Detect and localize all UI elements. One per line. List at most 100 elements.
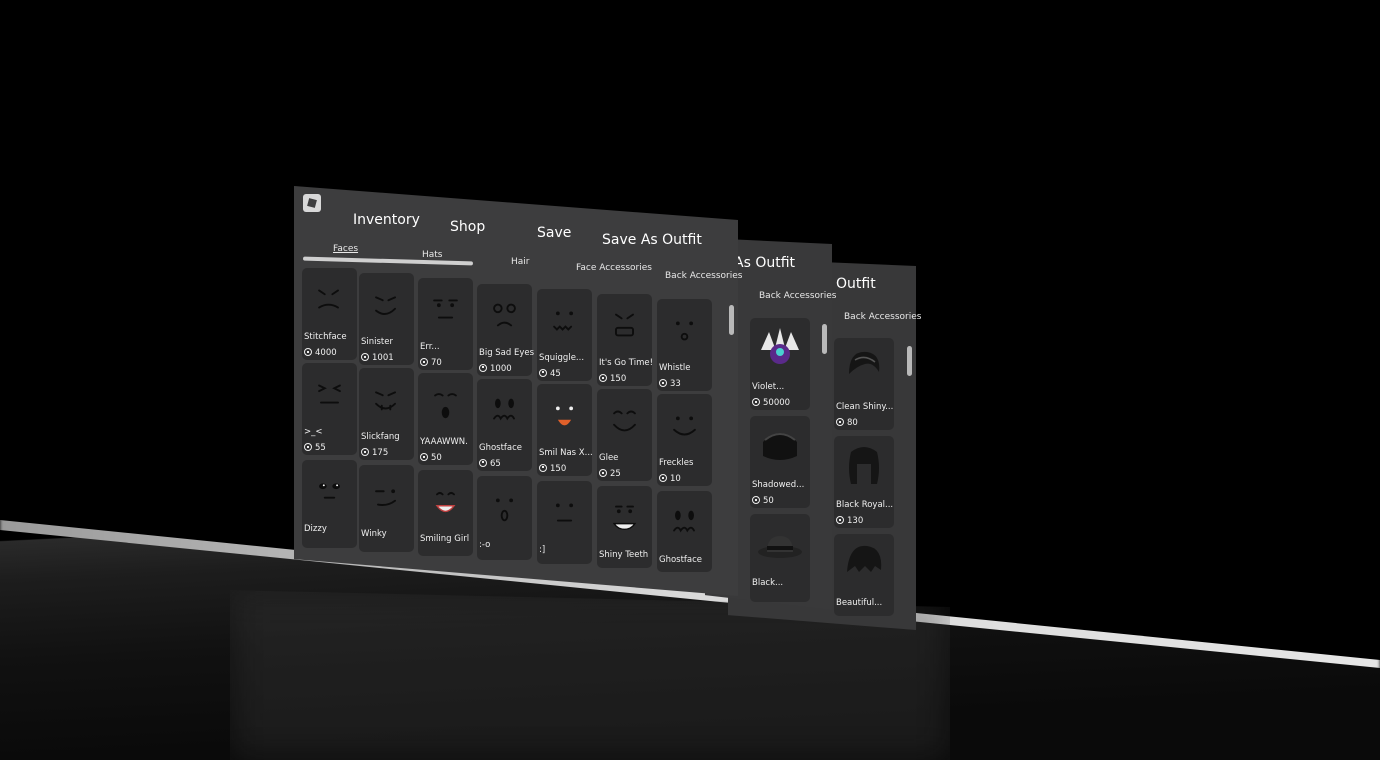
- item-card[interactable]: Black Royal... 130: [834, 436, 894, 528]
- item-price-value: 33: [670, 379, 681, 390]
- save-button[interactable]: Save: [537, 225, 571, 241]
- item-name: Winky: [361, 529, 387, 540]
- item-price: 175: [361, 448, 388, 458]
- item-name: It's Go Time!: [599, 358, 654, 368]
- item-card[interactable]: It's Go Time! 150: [597, 294, 654, 386]
- item-price-value: 130: [847, 516, 864, 526]
- item-name: :-o: [479, 539, 491, 550]
- item-price: 4000: [304, 348, 337, 358]
- tab-face-accessories[interactable]: Face Accessories: [576, 263, 652, 273]
- item-card[interactable]: Smiling Girl: [418, 470, 473, 556]
- robux-icon: [539, 368, 547, 377]
- roblox-logo-icon[interactable]: [303, 194, 321, 212]
- violet-wings-icon: [750, 318, 810, 380]
- robux-icon: [304, 443, 312, 451]
- item-card[interactable]: Shadowed... 50: [750, 416, 810, 508]
- tab-hair[interactable]: Hair: [511, 257, 529, 267]
- panel3-title[interactable]: Outfit: [836, 276, 876, 292]
- tab-hats[interactable]: Hats: [422, 250, 443, 260]
- dizzy-face-icon: [302, 460, 357, 522]
- err-face-icon: [418, 278, 473, 340]
- robux-icon: [420, 453, 428, 462]
- black-fedora-icon: [750, 514, 810, 576]
- inventory-button[interactable]: Inventory: [353, 212, 420, 228]
- item-price-value: 50000: [763, 398, 791, 408]
- item-name: Big Sad Eyes: [479, 347, 535, 358]
- item-price: 80: [836, 418, 858, 428]
- robux-icon: [599, 469, 607, 477]
- winky-face-icon: [359, 465, 414, 527]
- item-price: 1001: [361, 353, 394, 363]
- squiggle-face-icon: [537, 289, 592, 351]
- item-card[interactable]: :-o: [477, 475, 532, 560]
- royal-hair-icon: [834, 436, 894, 498]
- item-price: 10: [659, 474, 681, 484]
- item-price-value: 175: [372, 448, 389, 459]
- panel3-scrollbar[interactable]: [907, 346, 912, 376]
- item-price: 130: [836, 516, 863, 526]
- item-price: 65: [479, 458, 501, 469]
- item-card[interactable]: Dizzy: [302, 460, 357, 548]
- item-price: 55: [304, 443, 326, 453]
- robux-icon: [420, 358, 428, 367]
- item-card[interactable]: Glee 25: [597, 389, 652, 481]
- yawn-face-icon: [418, 373, 473, 435]
- item-price: 33: [659, 379, 681, 389]
- item-name: Err...: [420, 342, 440, 353]
- item-card[interactable]: Winky: [359, 465, 414, 552]
- glee-face-icon: [597, 389, 652, 451]
- item-price: 25: [599, 469, 621, 479]
- item-card[interactable]: Black...: [750, 514, 810, 602]
- item-name: Freckles: [659, 458, 694, 469]
- item-card[interactable]: Slickfang 175: [359, 368, 414, 461]
- item-card[interactable]: Whistle 33: [657, 299, 712, 392]
- item-card[interactable]: Beautiful...: [834, 534, 894, 616]
- item-price-value: 1000: [490, 363, 512, 374]
- item-card[interactable]: Smil Nas X... 150: [537, 383, 593, 476]
- item-card[interactable]: >_< 55: [302, 363, 357, 455]
- item-card[interactable]: YAAAWWN. 50: [418, 373, 473, 466]
- front-scrollbar[interactable]: [729, 305, 734, 335]
- item-name: Beautiful...: [836, 598, 883, 608]
- robux-icon: [836, 418, 844, 426]
- panel2-tab-back-accessories[interactable]: Back Accessories: [759, 291, 836, 301]
- item-price-value: 1001: [372, 353, 394, 364]
- shop-button[interactable]: Shop: [450, 219, 485, 235]
- item-price-value: 65: [490, 458, 501, 469]
- item-card[interactable]: Big Sad Eyes 1000: [477, 283, 535, 376]
- robux-icon: [752, 496, 760, 504]
- item-name: Stitchface: [304, 332, 347, 342]
- item-card[interactable]: Clean Shiny... 80: [834, 338, 894, 430]
- panel3-tab-back-accessories[interactable]: Back Accessories: [844, 312, 921, 322]
- item-name: Squiggle...: [539, 352, 585, 363]
- item-card[interactable]: Stitchface 4000: [302, 268, 357, 360]
- item-card[interactable]: Squiggle... 45: [537, 288, 592, 381]
- tab-back-accessories[interactable]: Back Accessories: [665, 271, 742, 281]
- item-card[interactable]: Err... 70: [418, 278, 473, 371]
- panel2-scrollbar[interactable]: [822, 324, 827, 354]
- item-name: Whistle: [659, 363, 691, 374]
- item-card[interactable]: Ghostface: [657, 491, 712, 572]
- item-card[interactable]: Violet... 50000: [750, 318, 810, 410]
- robux-icon: [599, 374, 607, 382]
- item-name: YAAAWWN.: [420, 437, 468, 448]
- item-card[interactable]: Shiny Teeth: [597, 486, 652, 568]
- item-card[interactable]: :]: [537, 480, 592, 564]
- item-price: 50: [420, 453, 442, 463]
- item-card[interactable]: Sinister 1001: [359, 273, 414, 366]
- robux-icon: [659, 379, 667, 388]
- item-name: Ghostface: [659, 555, 703, 566]
- shiny-hair-icon: [834, 338, 894, 400]
- item-card[interactable]: Freckles 10: [657, 394, 712, 487]
- save-as-outfit-button[interactable]: Save As Outfit: [602, 232, 702, 248]
- item-price-value: 150: [610, 374, 627, 384]
- panel2-title[interactable]: As Outfit: [734, 255, 795, 271]
- item-name: Slickfang: [361, 432, 400, 443]
- item-price-value: 25: [610, 469, 621, 479]
- ghost-face-icon: [657, 491, 712, 553]
- item-name: Dizzy: [304, 524, 327, 534]
- item-name: >_<: [304, 427, 323, 437]
- item-price: 150: [539, 463, 566, 474]
- item-card[interactable]: Ghostface 65: [477, 378, 532, 471]
- tab-faces[interactable]: Faces: [333, 244, 358, 254]
